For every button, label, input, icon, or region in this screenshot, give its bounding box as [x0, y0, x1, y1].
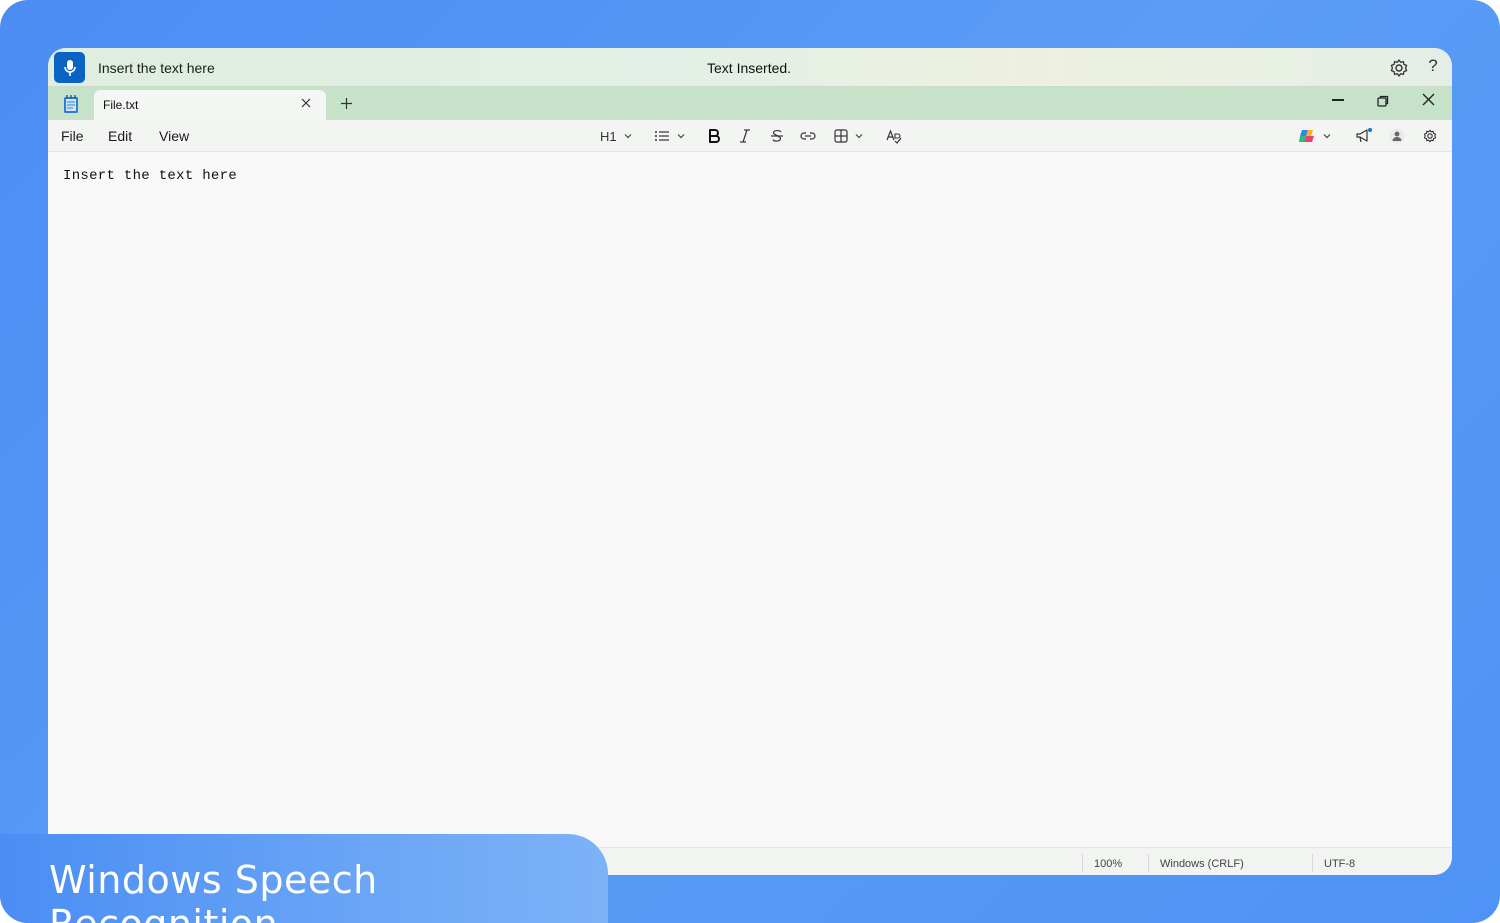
microphone-icon [63, 59, 76, 76]
clear-format-button[interactable] [886, 126, 902, 146]
notepad-window: Insert the text here Text Inserted. ? Fi… [48, 48, 1452, 875]
close-icon[interactable] [300, 97, 312, 109]
status-divider [1312, 854, 1313, 872]
link-button[interactable] [800, 126, 816, 146]
editor-content: Insert the text here [63, 168, 238, 184]
tab-label: File.txt [103, 98, 139, 112]
encoding: UTF-8 [1324, 858, 1356, 870]
account-icon [1389, 128, 1405, 144]
zoom-level: 100% [1094, 858, 1123, 870]
restore-icon[interactable] [1376, 94, 1390, 108]
status-divider [1082, 854, 1083, 872]
help-icon[interactable]: ? [1426, 56, 1440, 78]
plus-icon[interactable] [340, 97, 353, 110]
bold-icon [709, 129, 720, 143]
heading-dropdown[interactable]: H1 [600, 126, 633, 146]
heading-label: H1 [600, 128, 617, 144]
settings-button[interactable] [1422, 126, 1438, 146]
strikethrough-icon [771, 129, 783, 142]
minimize-icon[interactable] [1332, 99, 1344, 101]
tab-file-txt[interactable]: File.txt [94, 90, 326, 120]
line-ending: Windows (CRLF) [1160, 858, 1244, 870]
chevron-down-icon [677, 134, 685, 139]
background-frame: Insert the text here Text Inserted. ? Fi… [0, 0, 1500, 923]
table-dropdown[interactable] [834, 126, 864, 146]
list-dropdown[interactable] [654, 126, 686, 146]
table-icon [834, 129, 848, 143]
announcement-button[interactable] [1355, 126, 1373, 146]
link-icon [800, 132, 816, 140]
notepad-icon [64, 95, 78, 113]
italic-icon [740, 129, 750, 143]
menu-view[interactable]: View [159, 128, 189, 144]
menu-file[interactable]: File [61, 128, 84, 144]
menu-toolbar-row: File Edit View H1 [48, 120, 1452, 152]
chevron-down-icon [1323, 134, 1331, 139]
bold-button[interactable] [708, 126, 720, 146]
tab-bar: File.txt [48, 87, 1452, 120]
clear-format-icon [886, 129, 902, 144]
copilot-icon [1299, 130, 1314, 142]
announcement-icon [1356, 128, 1372, 143]
chevron-down-icon [624, 134, 632, 139]
settings-icon [1423, 129, 1437, 143]
menu-edit[interactable]: Edit [108, 128, 132, 144]
list-icon [655, 131, 669, 141]
close-window-icon[interactable] [1422, 93, 1435, 106]
status-divider [1148, 854, 1149, 872]
chevron-down-icon [855, 134, 863, 139]
speech-recognition-bar: Insert the text here Text Inserted. ? [48, 48, 1452, 87]
copilot-dropdown[interactable] [1298, 126, 1332, 146]
caption-title: Windows Speech Recognition [49, 858, 378, 923]
caption-banner: Windows Speech Recognition [0, 834, 608, 923]
microphone-button[interactable] [54, 52, 85, 83]
recognized-text: Insert the text here [98, 60, 215, 76]
speech-status: Text Inserted. [707, 60, 792, 76]
gear-icon[interactable] [1388, 57, 1410, 79]
strikethrough-button[interactable] [770, 126, 784, 146]
account-button[interactable] [1389, 126, 1405, 146]
text-editor[interactable]: Insert the text here [48, 153, 1452, 847]
italic-button[interactable] [739, 126, 751, 146]
